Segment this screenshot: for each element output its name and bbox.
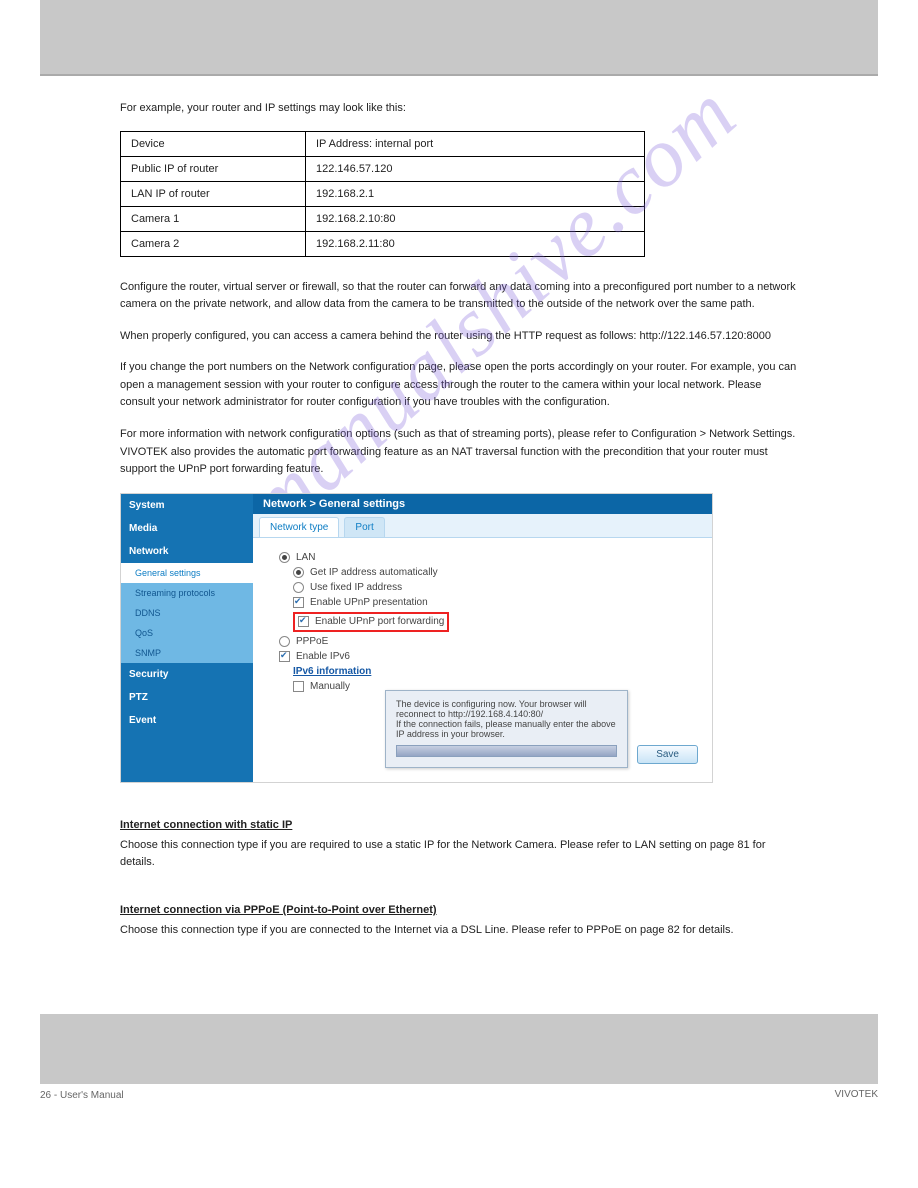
header-brand-bar [40, 0, 878, 76]
ip-settings-table: DeviceIP Address: internal port Public I… [120, 131, 645, 257]
popup-line1: The device is configuring now. Your brow… [396, 699, 617, 719]
sidebar-item-media[interactable]: Media [121, 517, 253, 540]
paragraph: If you change the port numbers on the Ne… [120, 359, 798, 412]
table-row: Public IP of router122.146.57.120 [121, 156, 645, 181]
paragraph: Configure the router, virtual server or … [120, 279, 798, 314]
sidebar-item-event[interactable]: Event [121, 709, 253, 732]
sidebar-sub-ddns[interactable]: DDNS [121, 603, 253, 623]
sidebar-sub-snmp[interactable]: SNMP [121, 643, 253, 663]
intro-text: For example, your router and IP settings… [120, 100, 798, 117]
paragraph: When properly configured, you can access… [120, 328, 798, 346]
radio-fixed-ip[interactable] [293, 582, 304, 593]
progress-bar [396, 745, 617, 757]
internet-static-text: Choose this connection type if you are r… [120, 837, 798, 872]
check-manually[interactable] [293, 681, 304, 692]
sidebar-item-security[interactable]: Security [121, 663, 253, 686]
network-type-panel: LAN Get IP address automatically Use fix… [253, 538, 712, 706]
tab-network-type[interactable]: Network type [259, 517, 339, 537]
footer-bar [40, 1014, 878, 1084]
reconnect-popup: The device is configuring now. Your brow… [385, 690, 628, 768]
table-row: Camera 1192.168.2.10:80 [121, 206, 645, 231]
table-row: LAN IP of router192.168.2.1 [121, 181, 645, 206]
sidebar: System Media Network General settings St… [121, 494, 253, 782]
save-button[interactable]: Save [637, 745, 698, 764]
radio-pppoe[interactable] [279, 636, 290, 647]
sidebar-sub-streaming[interactable]: Streaming protocols [121, 583, 253, 603]
firmware-label: VIVOTEK [0, 1089, 918, 1100]
main-content: For example, your router and IP settings… [0, 80, 918, 974]
settings-panel: Network > General settings Network type … [253, 494, 712, 782]
sidebar-sub-qos[interactable]: QoS [121, 623, 253, 643]
paragraph: For more information with network config… [120, 426, 798, 479]
breadcrumb: Network > General settings [253, 494, 712, 514]
sidebar-item-network[interactable]: Network [121, 540, 253, 563]
internet-static-heading: Internet connection with static IP [120, 819, 292, 831]
sidebar-sub-general[interactable]: General settings [121, 563, 253, 583]
ipv6-info-link[interactable]: IPv6 information [293, 666, 371, 677]
sidebar-item-system[interactable]: System [121, 494, 253, 517]
pppoe-heading: Internet connection via PPPoE (Point-to-… [120, 904, 437, 916]
table-row: DeviceIP Address: internal port [121, 131, 645, 156]
check-ipv6[interactable] [279, 651, 290, 662]
sidebar-subgroup: General settings Streaming protocols DDN… [121, 563, 253, 663]
table-row: Camera 2192.168.2.11:80 [121, 231, 645, 256]
tab-port[interactable]: Port [344, 517, 384, 537]
pppoe-text: Choose this connection type if you are c… [120, 922, 798, 940]
popup-line2: If the connection fails, please manually… [396, 719, 617, 739]
check-upnp-present[interactable] [293, 597, 304, 608]
radio-get-ip[interactable] [293, 567, 304, 578]
radio-lan[interactable] [279, 552, 290, 563]
settings-tabs: Network type Port [253, 514, 712, 538]
highlight-upnp-forward: Enable UPnP port forwarding [293, 612, 449, 631]
sidebar-item-ptz[interactable]: PTZ [121, 686, 253, 709]
check-upnp-forward[interactable] [298, 616, 309, 627]
embedded-ui-screenshot: System Media Network General settings St… [120, 493, 713, 783]
